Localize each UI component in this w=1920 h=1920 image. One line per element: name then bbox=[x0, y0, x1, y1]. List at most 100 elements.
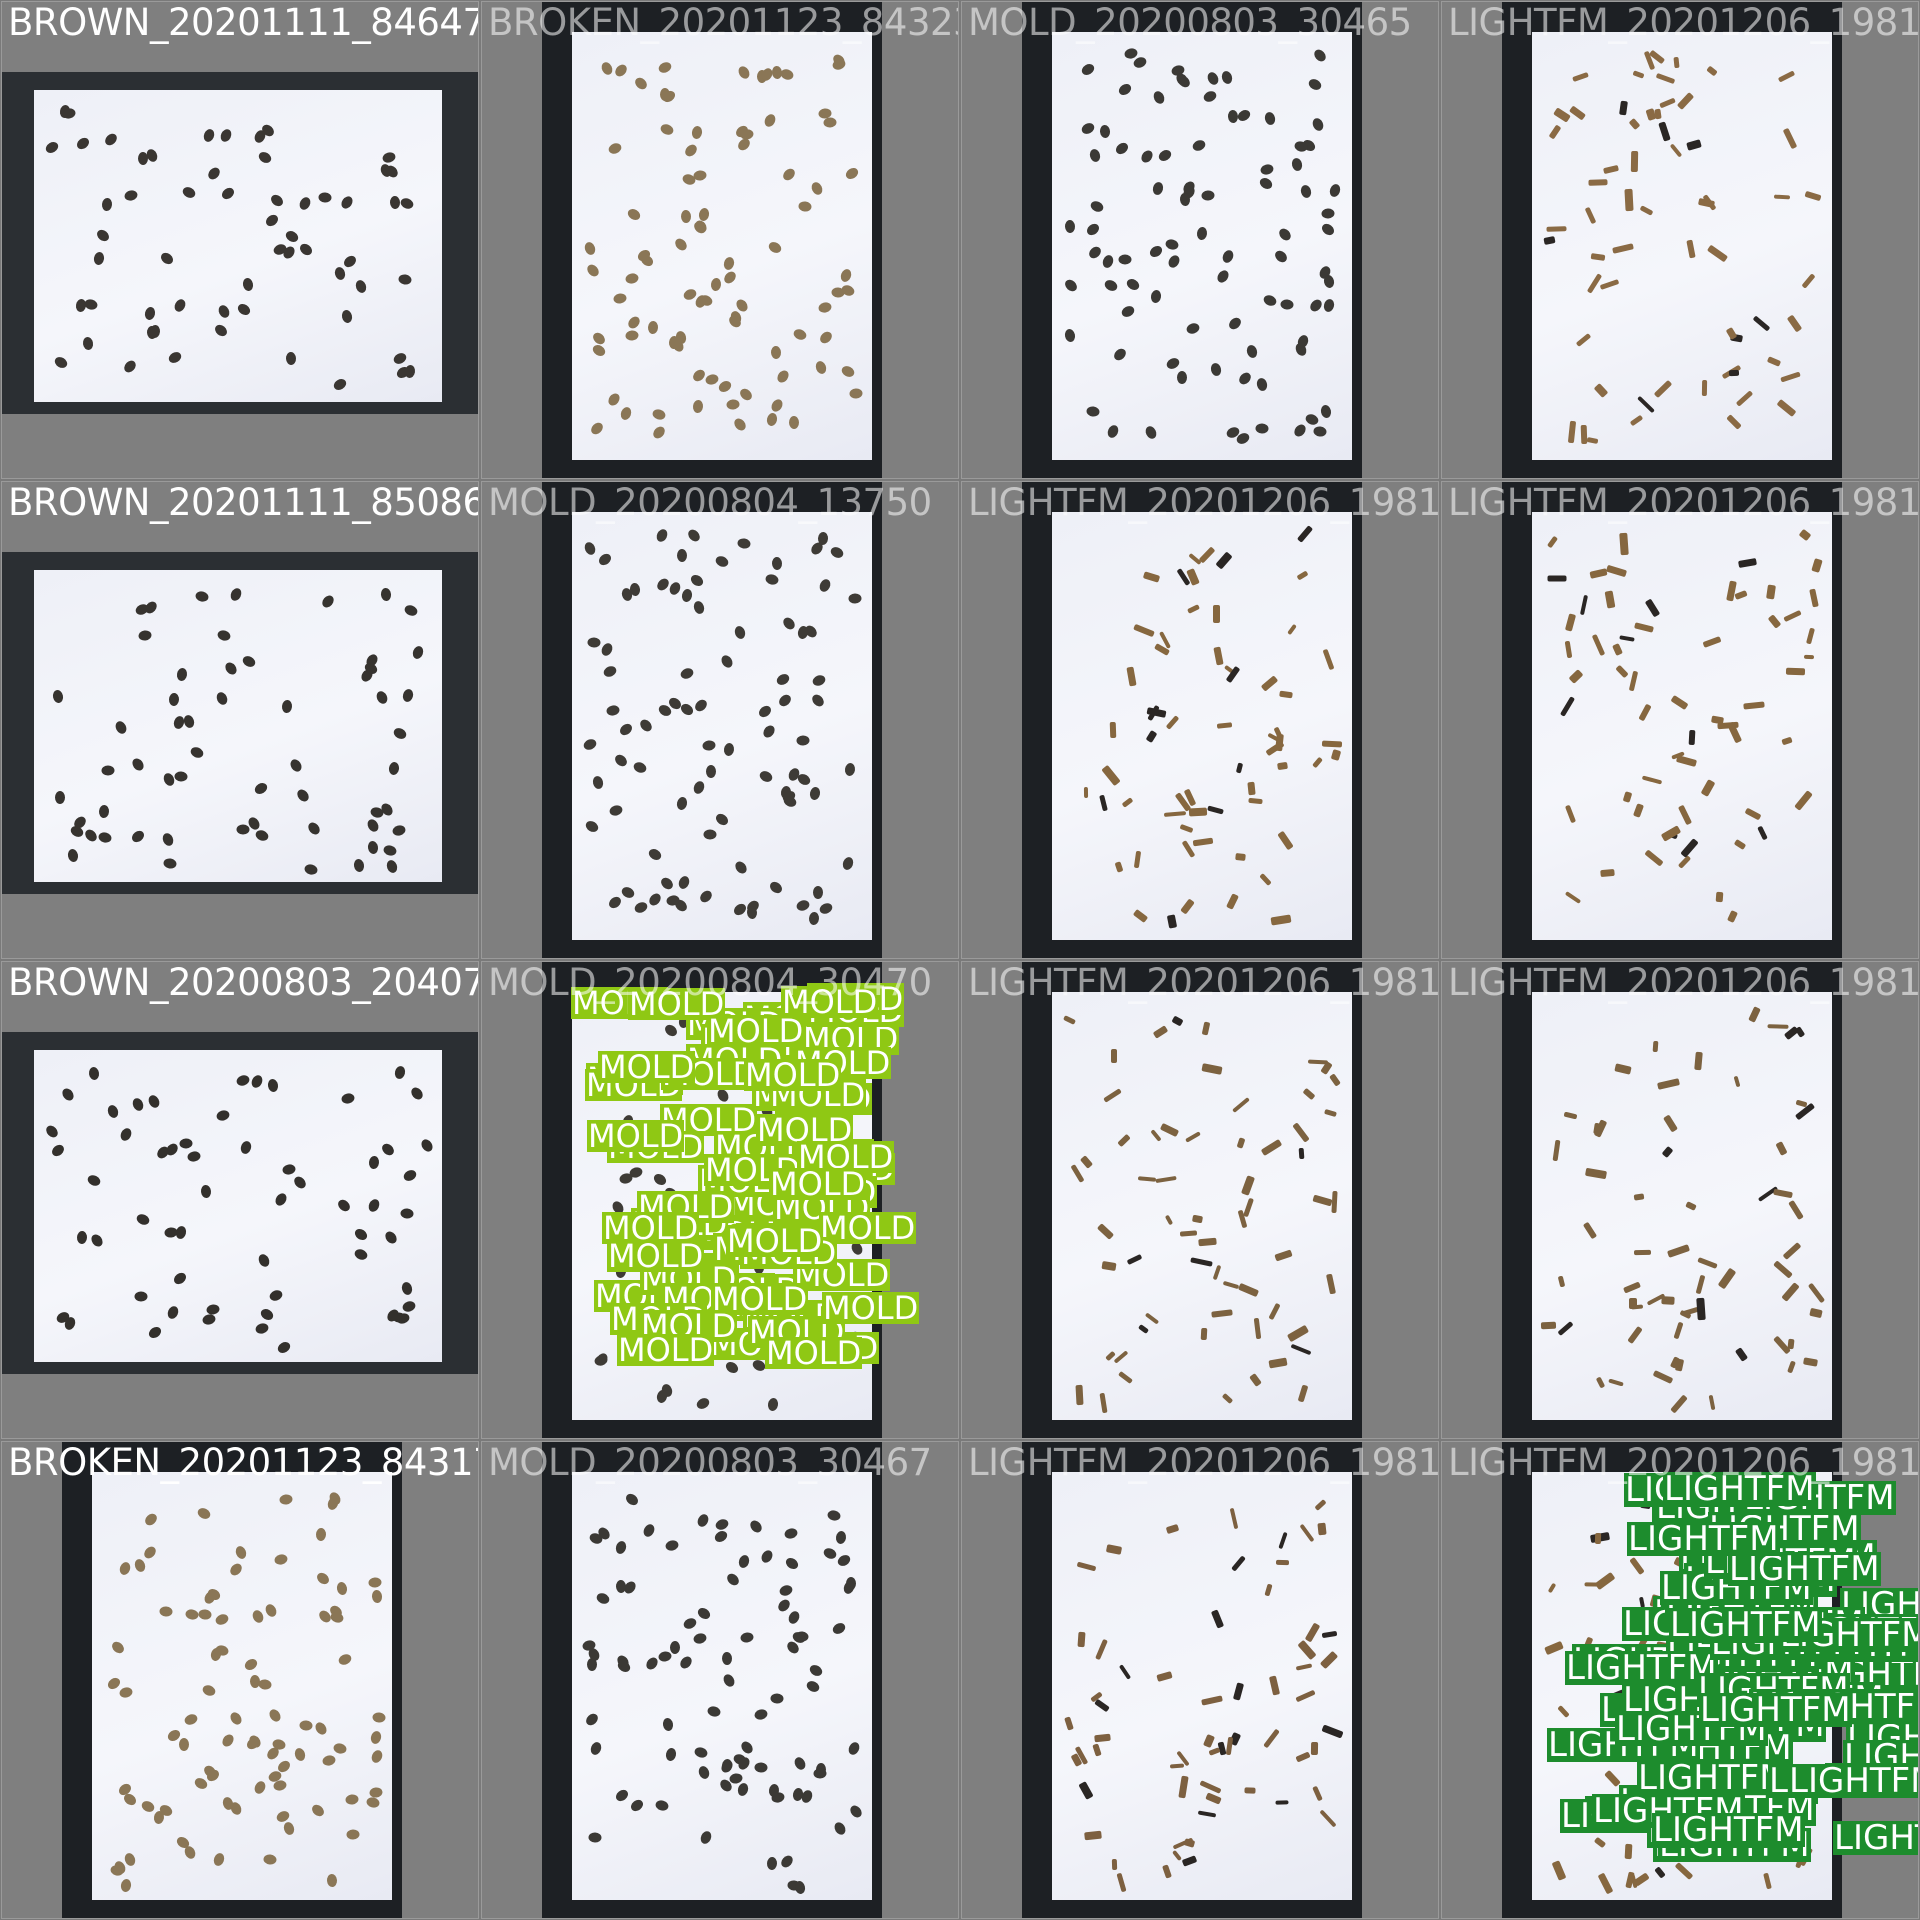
detection-box-label: MOLD bbox=[769, 1168, 867, 1200]
foreign-matter-piece bbox=[1540, 1321, 1557, 1330]
image-tile[interactable]: LIGHTFM_20201206_19812 bbox=[961, 481, 1439, 959]
coffee-bean bbox=[55, 791, 65, 804]
image-tile[interactable]: BROKEN_20201123_84317 bbox=[1, 1441, 479, 1919]
paper-sheet bbox=[1532, 512, 1832, 940]
image-tile[interactable]: LIGHTFM_20201206_19813 bbox=[1441, 481, 1919, 959]
foreign-matter-piece bbox=[1773, 194, 1791, 200]
foreign-matter-piece bbox=[1715, 891, 1724, 903]
coffee-bean bbox=[137, 151, 149, 166]
detection-box-label: LIGHTFM bbox=[1699, 1693, 1852, 1727]
foreign-matter-piece bbox=[1235, 852, 1246, 862]
foreign-matter-piece bbox=[1654, 108, 1662, 120]
image-tile[interactable]: LIGHTFMLIGHTFMLIGHTFMLIGHTFMLIGHTFMLIGHT… bbox=[1441, 1441, 1919, 1919]
detection-box-label: MOLD bbox=[617, 1334, 715, 1366]
foreign-matter-piece bbox=[1619, 532, 1629, 556]
paper-sheet bbox=[1052, 512, 1352, 940]
paper-sheet bbox=[34, 1050, 442, 1362]
foreign-matter-piece bbox=[1191, 1214, 1204, 1224]
foreign-matter-piece bbox=[1652, 1040, 1659, 1053]
image-tile[interactable]: MOLD_20200803_30467 bbox=[481, 1441, 959, 1919]
detection-box-label: MOLD bbox=[822, 1292, 920, 1324]
coffee-bean bbox=[788, 415, 800, 430]
foreign-matter-piece bbox=[1277, 761, 1288, 771]
foreign-matter-piece bbox=[1785, 667, 1806, 676]
image-filename-label: MOLD_20200804_30470 bbox=[488, 962, 932, 1004]
foreign-matter-piece bbox=[1787, 1338, 1795, 1350]
detection-box-label: MOLD bbox=[598, 1051, 696, 1083]
image-filename-label: LIGHTFM_20201206_19813 bbox=[1448, 1442, 1918, 1484]
coffee-bean bbox=[1177, 371, 1187, 384]
lightfm-detections-overlay: LIGHTFMLIGHTFMLIGHTFMLIGHTFMLIGHTFMLIGHT… bbox=[1442, 1442, 1918, 1918]
paper-sheet bbox=[1532, 32, 1832, 460]
image-filename-label: BROWN_20200803_204072 bbox=[8, 962, 478, 1004]
detection-box-label: MOLD bbox=[744, 1059, 842, 1091]
foreign-matter-piece bbox=[1696, 1297, 1706, 1321]
foreign-matter-piece bbox=[1244, 1787, 1256, 1794]
detection-box-label: LIGHTFM bbox=[1728, 1552, 1881, 1586]
paper-sheet bbox=[1052, 992, 1352, 1420]
paper-sheet bbox=[1532, 992, 1832, 1420]
image-tile[interactable]: LIGHTFM_20201206_19814 bbox=[961, 961, 1439, 1439]
foreign-matter-piece bbox=[1547, 575, 1567, 582]
foreign-matter-piece bbox=[1077, 1631, 1086, 1648]
foreign-matter-piece bbox=[1109, 721, 1117, 739]
image-filename-label: MOLD_20200803_30467 bbox=[488, 1442, 932, 1484]
detection-box-label: LIGHTFM bbox=[1652, 1813, 1805, 1847]
foreign-matter-piece bbox=[1310, 1741, 1319, 1756]
image-filename-label: LIGHTFM_20201206_19814 bbox=[968, 962, 1438, 1004]
foreign-matter-piece bbox=[1633, 1249, 1652, 1256]
image-tile[interactable]: BROKEN_20201123_84323 bbox=[481, 1, 959, 479]
detection-box-label: LIGHTFM bbox=[1788, 1764, 1918, 1798]
image-filename-label: LIGHTFM_20201206_19813 bbox=[1448, 962, 1918, 1004]
image-tile[interactable]: BROWN_20200803_204072 bbox=[1, 961, 479, 1439]
coffee-bean bbox=[813, 886, 823, 899]
foreign-matter-piece bbox=[1083, 786, 1089, 799]
image-filename-label: LIGHTFM_20201206_19812 bbox=[968, 482, 1438, 524]
foreign-matter-piece bbox=[1728, 369, 1740, 377]
detection-box-label: LIGHTFM bbox=[1669, 1608, 1822, 1642]
foreign-matter-piece bbox=[1580, 424, 1588, 445]
foreign-matter-piece bbox=[1767, 1024, 1789, 1029]
detection-box-label: MOLD bbox=[765, 1337, 863, 1369]
image-tile[interactable]: BROWN_20201111_850864 bbox=[1, 481, 479, 959]
foreign-matter-piece bbox=[1075, 1384, 1084, 1406]
image-tile[interactable]: MOLD MOLD MOLD MOLD MOLD MOLD MOLD MOLD MOLD MOLD… bbox=[481, 961, 959, 1439]
detection-box-label: LIGHTFM bbox=[1637, 1761, 1790, 1795]
image-tile[interactable]: LIGHTFM_20201206_19814 bbox=[1441, 1, 1919, 479]
foreign-matter-piece bbox=[1803, 654, 1815, 660]
foreign-matter-piece bbox=[1200, 1327, 1208, 1341]
detection-box-label: MOLD bbox=[726, 1225, 824, 1257]
image-tile[interactable]: LIGHTFM_20201206_19813 bbox=[1441, 961, 1919, 1439]
image-filename-label: LIGHTFM_20201206_19814 bbox=[968, 1442, 1438, 1484]
foreign-matter-piece bbox=[1630, 150, 1639, 173]
mold-detections-overlay: MOLD MOLD MOLD MOLD MOLD MOLD MOLD MOLD MOLD MOLD… bbox=[482, 962, 958, 1438]
image-filename-label: LIGHTFM_20201206_19813 bbox=[1448, 482, 1918, 524]
image-filename-label: MOLD_20200803_30465 bbox=[968, 2, 1412, 44]
coffee-bean bbox=[706, 765, 716, 778]
coffee-bean bbox=[1118, 254, 1132, 265]
image-filename-label: BROKEN_20201123_84323 bbox=[488, 2, 958, 44]
foreign-matter-piece bbox=[1624, 188, 1634, 212]
image-filename-label: LIGHTFM_20201206_19814 bbox=[1448, 2, 1918, 44]
image-tile[interactable]: MOLD_20200803_30465 bbox=[961, 1, 1439, 479]
image-filename-label: MOLD_20200804_13750 bbox=[488, 482, 932, 524]
image-filename-label: BROKEN_20201123_84317 bbox=[8, 1442, 478, 1484]
foreign-matter-piece bbox=[1111, 1858, 1118, 1871]
detection-box-label: MOLD bbox=[587, 1120, 685, 1152]
foreign-matter-piece bbox=[1673, 56, 1680, 69]
image-tile[interactable]: LIGHTFM_20201206_19814 bbox=[961, 1441, 1439, 1919]
paper-sheet bbox=[34, 90, 442, 402]
image-filename-label: BROWN_20201111_846473 bbox=[8, 2, 478, 44]
image-tile[interactable]: MOLD_20200804_13750 bbox=[481, 481, 959, 959]
foreign-matter-piece bbox=[1701, 379, 1708, 397]
image-tile[interactable]: BROWN_20201111_846473 bbox=[1, 1, 479, 479]
coffee-bean bbox=[134, 1291, 148, 1302]
foreign-matter-piece bbox=[1275, 1559, 1290, 1566]
foreign-matter-piece bbox=[1247, 781, 1256, 796]
detection-box-label: LIGHTFM bbox=[1833, 1821, 1918, 1855]
image-filename-label: BROWN_20201111_850864 bbox=[8, 482, 478, 524]
detection-box-label: LIGHTFM bbox=[1565, 1651, 1718, 1685]
detection-box-label: MOLD bbox=[607, 1240, 705, 1272]
coffee-bean bbox=[703, 829, 717, 840]
foreign-matter-piece bbox=[1688, 729, 1696, 746]
